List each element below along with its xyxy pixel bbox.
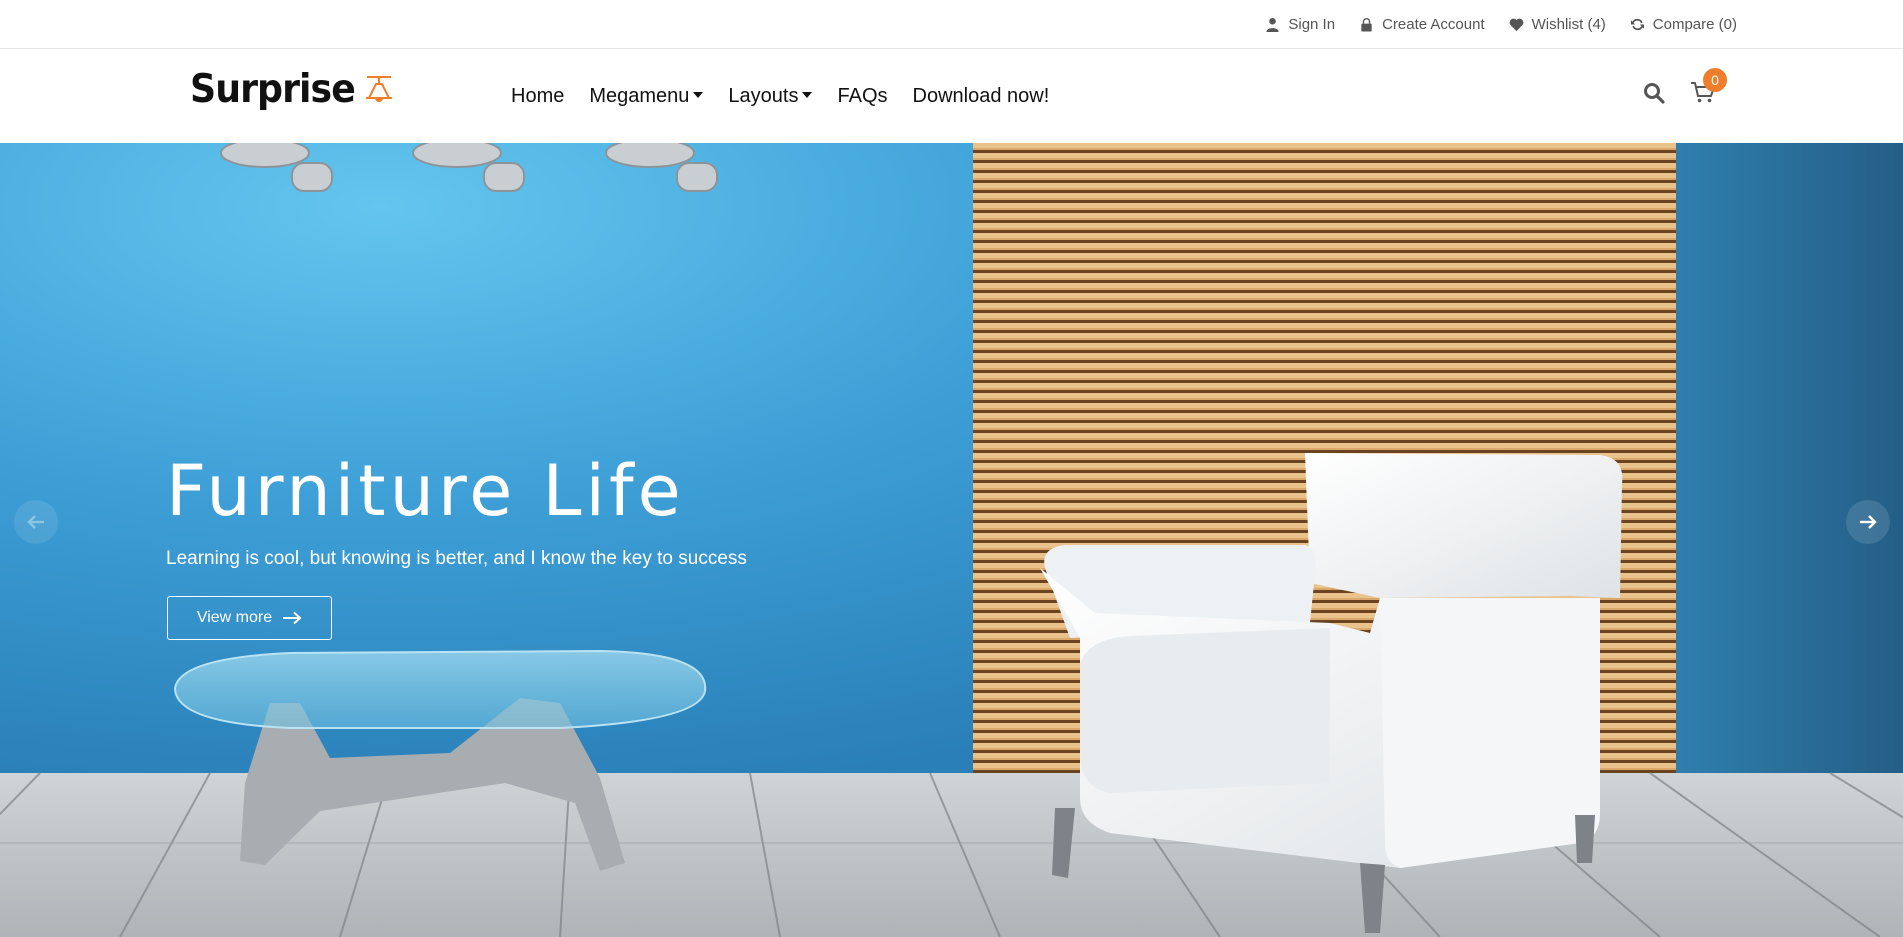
slider-next-button[interactable] [1846, 500, 1890, 544]
nav-layouts[interactable]: Layouts [728, 84, 813, 108]
nav-megamenu[interactable]: Megamenu [589, 84, 704, 108]
nav-megamenu-label: Megamenu [589, 84, 690, 107]
site-logo[interactable]: Surprise [190, 67, 395, 112]
refresh-icon [1630, 18, 1644, 30]
hero-background-image [0, 143, 1903, 937]
compare-label: Compare (0) [1652, 15, 1737, 33]
top-bar: Sign In Create Account Wishlist (4) Comp… [0, 0, 1903, 49]
nav-home-label: Home [511, 84, 565, 107]
slider-prev-button[interactable] [14, 500, 58, 544]
caret-down-icon [802, 92, 813, 98]
view-more-label: View more [196, 609, 273, 626]
lock-icon [1361, 17, 1372, 32]
sign-in-label: Sign In [1288, 15, 1336, 33]
heart-icon [1509, 18, 1523, 31]
cart-count-badge: 0 [1703, 68, 1727, 92]
arrow-right-icon [1860, 515, 1877, 529]
nav-download[interactable]: Download now! [913, 85, 1050, 108]
nav-faqs-label: FAQs [837, 84, 888, 107]
nav-layouts-label: Layouts [728, 84, 799, 107]
create-account-link[interactable]: Create Account [1359, 16, 1485, 33]
search-icon [1644, 83, 1665, 104]
arrow-left-icon [27, 515, 44, 529]
nav-download-label: Download now! [912, 84, 1050, 107]
nav-faqs[interactable]: FAQs [837, 85, 887, 108]
lamp-icon [366, 75, 393, 102]
account-links: Sign In Create Account Wishlist (4) Comp… [1265, 0, 1737, 48]
view-more-button[interactable]: View more [167, 596, 332, 640]
hero-slider: Furniture Life Learning is cool, but kno… [0, 143, 1903, 937]
user-icon [1266, 17, 1279, 32]
create-account-label: Create Account [1382, 15, 1485, 33]
hero-subtitle: Learning is cool, but knowing is better,… [166, 548, 747, 569]
search-button[interactable] [1642, 81, 1666, 105]
compare-link[interactable]: Compare (0) [1630, 16, 1737, 33]
hero-title: Furniture Life [166, 450, 685, 532]
caret-down-icon [693, 92, 704, 98]
arrow-right-icon [283, 611, 302, 625]
wishlist-label: Wishlist (4) [1531, 15, 1606, 33]
main-nav: Home Megamenu Layouts FAQs Download now! [511, 49, 1049, 143]
wishlist-link[interactable]: Wishlist (4) [1509, 16, 1606, 33]
nav-home[interactable]: Home [511, 85, 564, 108]
logo-text: Surprise [190, 67, 356, 112]
sign-in-link[interactable]: Sign In [1265, 16, 1335, 33]
main-header: Surprise Home Megamenu Layouts FAQs Down… [0, 49, 1903, 143]
